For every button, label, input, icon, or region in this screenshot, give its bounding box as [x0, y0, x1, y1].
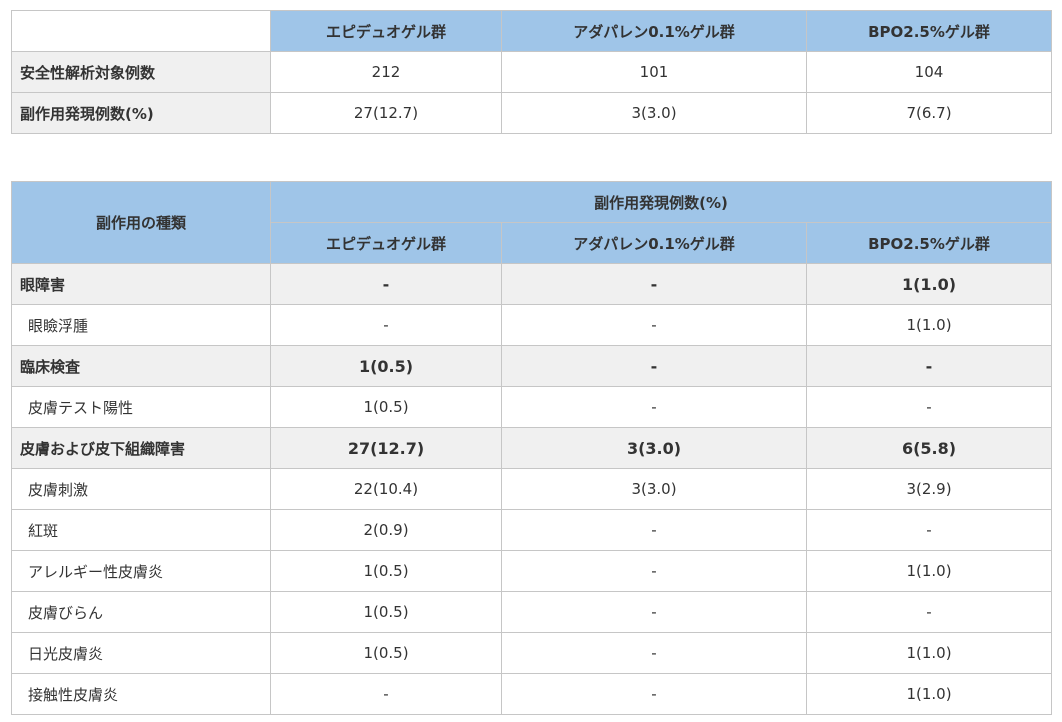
- cell-value: 101: [501, 51, 807, 93]
- item-row: 紅斑 2(0.9) - -: [11, 509, 1052, 551]
- summary-header-bpo: BPO2.5%ゲル群: [806, 10, 1052, 52]
- category-label: 眼障害: [11, 263, 271, 305]
- item-row: 皮膚刺激 22(10.4) 3(3.0) 3(2.9): [11, 468, 1052, 510]
- item-label: アレルギー性皮膚炎: [11, 550, 271, 592]
- table-row: 安全性解析対象例数 212 101 104: [11, 51, 1052, 93]
- row-label: 副作用発現例数(%): [11, 92, 271, 134]
- cell-value: -: [501, 263, 807, 305]
- item-row: 接触性皮膚炎 - - 1(1.0): [11, 673, 1052, 715]
- cell-value: -: [806, 591, 1052, 633]
- table-row: 副作用発現例数(%) 27(12.7) 3(3.0) 7(6.7): [11, 92, 1052, 134]
- cell-value: -: [806, 386, 1052, 428]
- item-row: 皮膚テスト陽性 1(0.5) - -: [11, 386, 1052, 428]
- cell-value: 22(10.4): [270, 468, 502, 510]
- item-label: 皮膚テスト陽性: [11, 386, 271, 428]
- detail-header-epiduo: エピデュオゲル群: [270, 222, 502, 264]
- category-label: 臨床検査: [11, 345, 271, 387]
- detail-header-bpo: BPO2.5%ゲル群: [806, 222, 1052, 264]
- cell-value: 1(1.0): [806, 673, 1052, 715]
- cell-value: -: [501, 345, 807, 387]
- cell-value: 6(5.8): [806, 427, 1052, 469]
- cell-value: -: [501, 673, 807, 715]
- cell-value: 1(1.0): [806, 304, 1052, 346]
- cell-value: -: [806, 509, 1052, 551]
- cell-value: 104: [806, 51, 1052, 93]
- cell-value: -: [501, 591, 807, 633]
- cell-value: 212: [270, 51, 502, 93]
- cell-value: 1(0.5): [270, 632, 502, 674]
- item-label: 接触性皮膚炎: [11, 673, 271, 715]
- summary-table: エピデュオゲル群 アダパレン0.1%ゲル群 BPO2.5%ゲル群 安全性解析対象…: [11, 10, 1052, 134]
- cell-value: 27(12.7): [270, 92, 502, 134]
- summary-header-row: エピデュオゲル群 アダパレン0.1%ゲル群 BPO2.5%ゲル群: [11, 10, 1052, 52]
- cell-value: 1(0.5): [270, 591, 502, 633]
- cell-value: 3(3.0): [501, 427, 807, 469]
- category-row: 眼障害 - - 1(1.0): [11, 263, 1052, 305]
- cell-value: -: [806, 345, 1052, 387]
- summary-header-adapalene: アダパレン0.1%ゲル群: [501, 10, 807, 52]
- cell-value: 7(6.7): [806, 92, 1052, 134]
- item-row: 皮膚びらん 1(0.5) - -: [11, 591, 1052, 633]
- group-header: 副作用発現例数(%): [270, 181, 1052, 223]
- category-row: 皮膚および皮下組織障害 27(12.7) 3(3.0) 6(5.8): [11, 427, 1052, 469]
- cell-value: -: [501, 632, 807, 674]
- cell-value: 3(3.0): [501, 92, 807, 134]
- category-label: 皮膚および皮下組織障害: [11, 427, 271, 469]
- cell-value: 27(12.7): [270, 427, 502, 469]
- cell-value: 3(2.9): [806, 468, 1052, 510]
- adverse-reactions-table: 副作用の種類 副作用発現例数(%) エピデュオゲル群 アダパレン0.1%ゲル群 …: [11, 181, 1052, 715]
- item-label: 紅斑: [11, 509, 271, 551]
- summary-header-epiduo: エピデュオゲル群: [270, 10, 502, 52]
- row-label: 安全性解析対象例数: [11, 51, 271, 93]
- cell-value: -: [501, 509, 807, 551]
- cell-value: -: [270, 304, 502, 346]
- summary-header-blank: [11, 10, 271, 52]
- item-row: 日光皮膚炎 1(0.5) - 1(1.0): [11, 632, 1052, 674]
- cell-value: 1(0.5): [270, 386, 502, 428]
- cell-value: 1(1.0): [806, 632, 1052, 674]
- cell-value: 1(1.0): [806, 550, 1052, 592]
- type-header: 副作用の種類: [11, 181, 271, 264]
- category-row: 臨床検査 1(0.5) - -: [11, 345, 1052, 387]
- cell-value: 1(0.5): [270, 345, 502, 387]
- item-row: 眼瞼浮腫 - - 1(1.0): [11, 304, 1052, 346]
- item-label: 皮膚びらん: [11, 591, 271, 633]
- detail-header-adapalene: アダパレン0.1%ゲル群: [501, 222, 807, 264]
- item-label: 日光皮膚炎: [11, 632, 271, 674]
- cell-value: 1(1.0): [806, 263, 1052, 305]
- cell-value: 1(0.5): [270, 550, 502, 592]
- detail-header-row-1: 副作用の種類 副作用発現例数(%): [11, 181, 1052, 264]
- cell-value: 2(0.9): [270, 509, 502, 551]
- item-label: 皮膚刺激: [11, 468, 271, 510]
- item-row: アレルギー性皮膚炎 1(0.5) - 1(1.0): [11, 550, 1052, 592]
- cell-value: 3(3.0): [501, 468, 807, 510]
- item-label: 眼瞼浮腫: [11, 304, 271, 346]
- cell-value: -: [501, 550, 807, 592]
- cell-value: -: [270, 673, 502, 715]
- cell-value: -: [501, 304, 807, 346]
- cell-value: -: [501, 386, 807, 428]
- cell-value: -: [270, 263, 502, 305]
